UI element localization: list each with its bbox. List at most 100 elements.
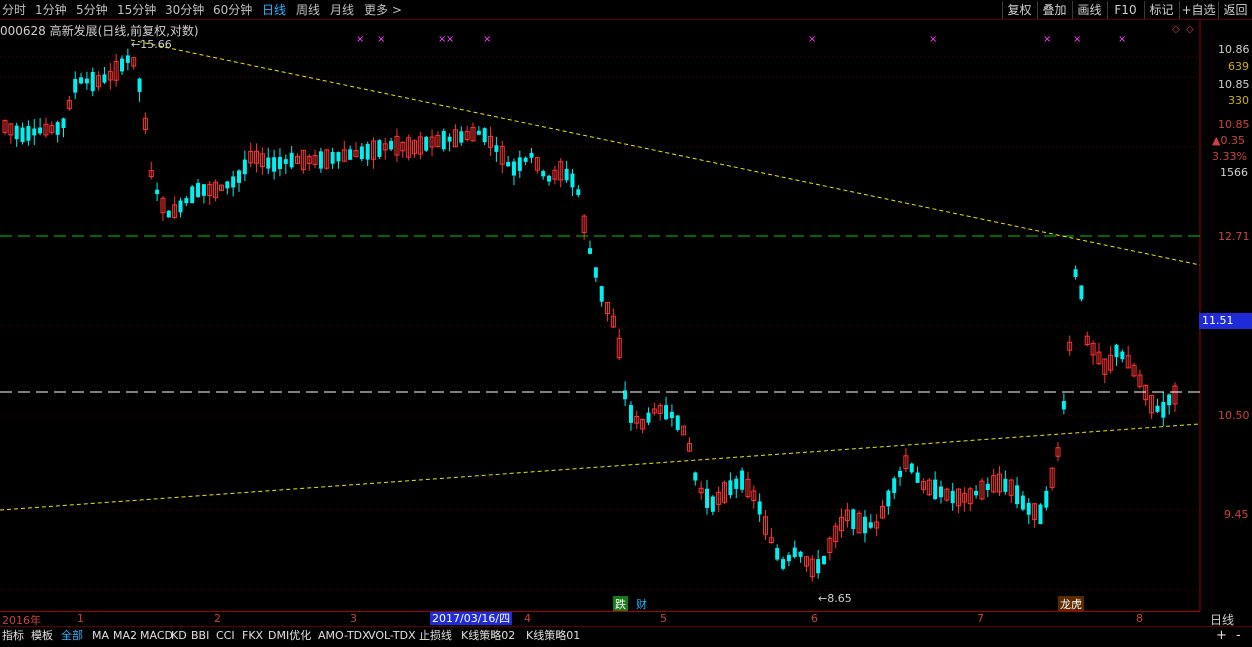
last-price-label: 10.85 [1218,118,1250,131]
month-label: 6 [811,612,818,625]
candle-down [166,210,171,218]
indicator-tab[interactable]: FKX [242,628,263,644]
candle-down [137,78,142,92]
event-marker-icon[interactable]: × [1118,34,1126,45]
candle-down [459,131,464,143]
candle-down [61,118,66,129]
event-marker-icon[interactable]: × [1073,34,1081,45]
candle-down [781,559,786,569]
candle-down [798,551,803,557]
tab-5min[interactable]: 5分钟 [76,2,108,18]
candle-down [190,186,195,204]
event-marker-icon[interactable]: × [356,34,364,45]
event-marker-icon[interactable]: × [1043,34,1051,45]
candle-down [792,547,797,557]
candle-down [506,161,511,167]
event-marker-icon[interactable]: × [929,34,937,45]
back-button[interactable]: 返回 [1218,1,1252,19]
event-marker-icon[interactable]: × [483,34,491,45]
add-watchlist-button[interactable]: +自选 [1179,1,1217,19]
candle-down [336,152,341,162]
draw-line-button[interactable]: 画线 [1072,1,1106,19]
candle-down [1161,401,1166,418]
candle-down [775,548,780,560]
indicator-tab[interactable]: 指标 [2,628,24,644]
candle-down [79,77,84,84]
tab-weekly[interactable]: 周线 [296,2,320,18]
period-toolbar: 分时 1分钟 5分钟 15分钟 30分钟 60分钟 日线 周线 月线 更多 > … [0,0,1252,20]
tab-15min[interactable]: 15分钟 [117,2,156,18]
candle-down [1038,504,1043,525]
event-marker-icon[interactable]: × [377,34,385,45]
candle-down [740,470,745,490]
candle-down [576,189,581,196]
candle-down [447,136,452,142]
zoom-out-button[interactable]: - [1236,628,1241,644]
tab-1min[interactable]: 1分钟 [35,2,67,18]
indicator-tab[interactable]: MA2 [113,628,137,644]
indicator-tab[interactable]: 全部 [61,628,83,644]
f10-button[interactable]: F10 [1107,1,1143,19]
candle-down [886,490,891,507]
indicator-tab[interactable]: AMO-TDX [318,628,370,644]
event-badge-drop[interactable]: 跌 [613,596,628,612]
candle-down [441,131,446,150]
candle-down [348,149,353,160]
current-price-tag: 11.51 [1199,313,1252,329]
indicator-tab[interactable]: VOL-TDX [368,628,416,644]
price-change-label: ▲0.35 [1212,134,1245,147]
candle-down [588,248,592,254]
indicator-tab[interactable]: KD [171,628,187,644]
indicator-tab[interactable]: 模板 [31,628,53,644]
low-price-value: 8.65 [827,592,852,605]
candle-down [693,472,698,481]
candle-down [541,171,546,177]
candle-down [517,157,522,171]
zoom-in-button[interactable]: + [1216,628,1227,644]
overlay-button[interactable]: 叠加 [1037,1,1071,19]
event-badge-finance[interactable]: 财 [634,596,649,612]
candle-down [915,472,920,483]
tab-30min[interactable]: 30分钟 [165,2,204,18]
indicator-tab[interactable]: BBI [191,628,209,644]
indicator-tab[interactable]: MA [92,628,109,644]
month-label: 5 [660,612,667,625]
month-label: 4 [524,612,531,625]
candle-down [237,170,241,183]
tab-60min[interactable]: 60分钟 [213,2,252,18]
indicator-tab[interactable]: CCI [216,628,235,644]
candle-down [365,143,370,160]
tab-monthly[interactable]: 月线 [330,2,354,18]
indicator-tab[interactable]: MACD [140,628,173,644]
candle-down [564,168,569,181]
tab-more[interactable]: 更多 > [364,2,402,18]
indicator-tab[interactable]: K线策略01 [526,628,580,644]
indicator-tab[interactable]: K线策略02 [461,628,515,644]
diamond-icon[interactable]: ◇ [1186,24,1194,35]
event-marker-icon[interactable]: × [446,34,454,45]
candle-down [102,74,107,83]
candle-down [277,156,282,170]
candle-down [26,126,31,141]
candlestick-chart[interactable] [0,20,1252,611]
candle-down [939,486,943,498]
mark-button[interactable]: 标记 [1144,1,1178,19]
indicator-tab[interactable]: 止损线 [419,628,452,644]
tab-daily[interactable]: 日线 [262,2,286,18]
event-badge-dragon-tiger[interactable]: 龙虎 [1058,596,1084,612]
axis-price-label: 10.50 [1218,409,1250,422]
diamond-icon[interactable]: ◇ [1172,24,1180,35]
candle-down [283,159,288,164]
indicator-tab[interactable]: DMI优化 [268,628,311,644]
candle-down [184,198,189,204]
month-label: 8 [1136,612,1143,625]
candle-down [950,490,955,504]
candle-down [482,128,487,143]
candle-down [1003,478,1008,492]
tab-timeshare[interactable]: 分时 [2,2,26,18]
event-marker-icon[interactable]: × [808,34,816,45]
restore-rights-button[interactable]: 复权 [1002,1,1036,19]
candle-down [359,146,364,160]
high-price-annotation: ←15.66 [131,38,172,51]
candle-down [862,516,867,534]
